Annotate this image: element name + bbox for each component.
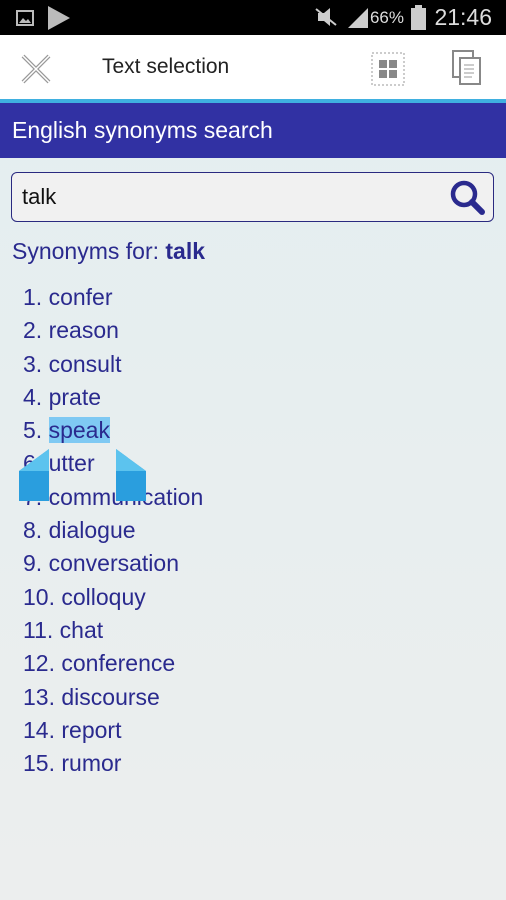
action-bar: Text selection [0,35,506,99]
item-number: 14. [23,716,55,743]
item-word[interactable]: utter [49,450,95,476]
list-item[interactable]: 4. prate [23,382,203,415]
item-word[interactable]: reason [49,317,119,343]
item-number: 2. [23,317,43,344]
item-word[interactable]: conference [61,650,175,676]
synonym-list: 1. confer 2. reason 3. consult 4. prate 5. s… [23,282,203,781]
list-item[interactable]: 2. reason [23,315,203,348]
search-box [11,172,494,222]
list-item[interactable]: 8. dialogue [23,515,203,548]
battery-percent: 66% [369,8,404,27]
item-number: 1. [23,284,43,310]
list-item[interactable]: 5. speak [23,415,203,448]
item-word[interactable]: rumor [61,750,121,776]
app-header: English synonyms search [0,103,506,158]
search-icon[interactable] [449,179,485,215]
list-item[interactable]: 12. conference [23,648,203,681]
list-item[interactable]: 14. report [23,715,203,748]
item-word[interactable]: dialogue [49,517,136,543]
query-word: talk [165,238,206,264]
synonyms-heading: Synonyms for: talk [12,238,205,265]
selection-handle-right[interactable] [116,449,146,501]
clock: 21:46 [434,4,492,30]
list-item[interactable]: 10. colloquy [23,582,203,615]
item-word[interactable]: prate [49,384,101,410]
item-number: 5. [23,417,43,444]
item-word[interactable]: report [61,717,121,743]
list-item[interactable]: 15. rumor [23,748,203,781]
item-number: 3. [23,350,43,377]
item-word[interactable]: confer [49,284,113,310]
list-item[interactable]: 13. discourse [23,682,203,715]
item-word[interactable]: consult [49,351,122,377]
list-item[interactable]: 6. utter [23,448,203,481]
status-bar: 66% 21:46 [0,0,506,35]
select-all-icon[interactable] [371,52,405,86]
item-number: 10. [23,583,55,610]
close-icon[interactable] [20,53,52,85]
item-word[interactable]: chat [60,617,103,643]
search-input[interactable] [22,184,422,210]
list-item[interactable]: 3. consult [23,349,203,382]
synonyms-label: Synonyms for: [12,238,159,264]
item-number: 13. [23,683,55,710]
item-number: 8. [23,517,43,544]
item-word[interactable]: colloquy [61,584,145,610]
item-number: 4. [23,383,43,410]
action-bar-title: Text selection [102,55,230,78]
list-item[interactable]: 9. conversation [23,548,203,581]
signal-icon [348,8,368,28]
list-item[interactable]: 1. confer [23,282,203,315]
image-icon [16,10,34,26]
item-word[interactable]: speak [48,417,110,444]
play-store-icon [48,6,70,30]
copy-icon[interactable] [452,50,482,86]
item-number: 11. [23,616,54,643]
list-item[interactable]: 7. communication [23,482,203,515]
item-number: 9. [23,550,43,577]
item-number: 15. [23,750,55,777]
item-number: 12. [23,650,55,677]
battery-icon [411,5,426,30]
selection-handle-left[interactable] [19,449,49,501]
item-word[interactable]: discourse [61,684,159,710]
item-word[interactable]: conversation [49,550,179,576]
list-item[interactable]: 11. chat [23,615,203,648]
mute-icon [315,8,337,26]
